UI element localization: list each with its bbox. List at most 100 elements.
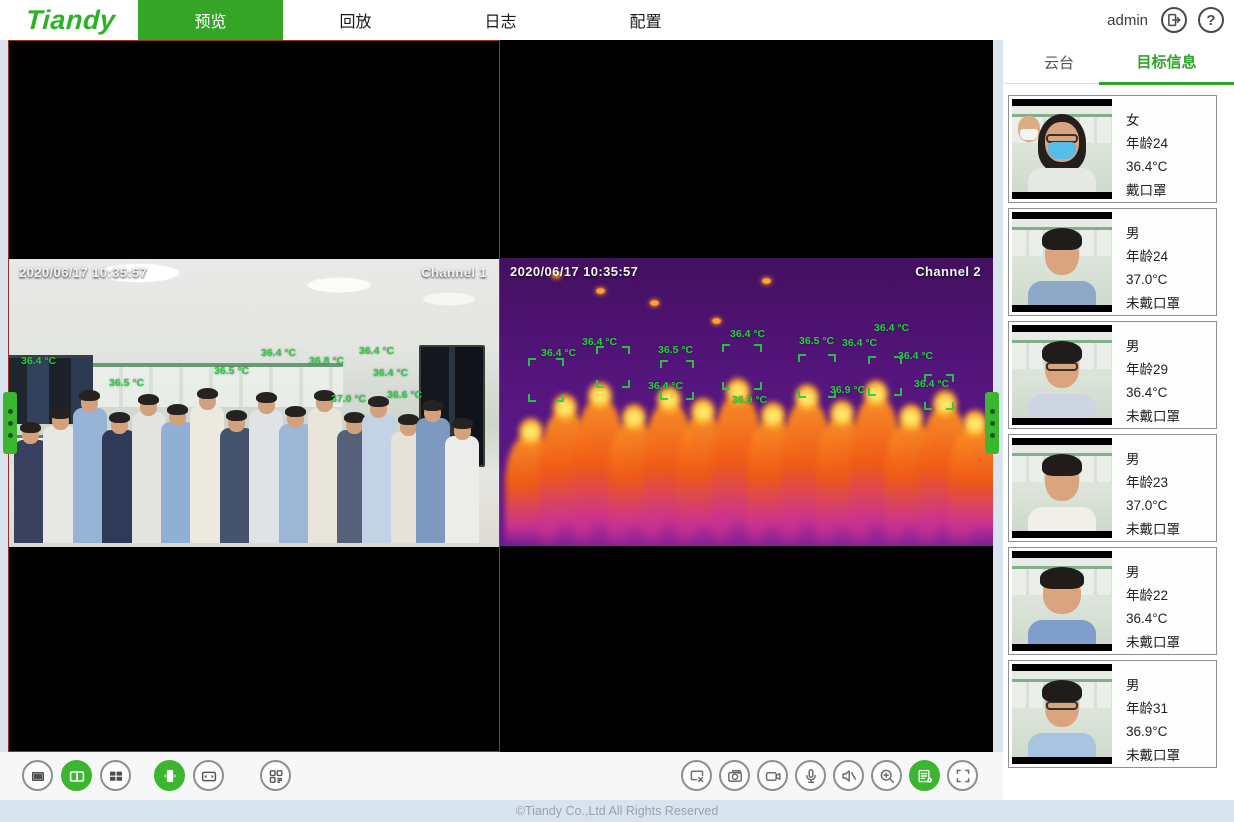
tab-playback[interactable]: 回放: [283, 0, 428, 40]
digital-zoom-icon[interactable]: [871, 760, 902, 791]
target-thumbnail: [1012, 99, 1112, 199]
temp-overlay: 36.4 °C: [898, 350, 933, 362]
target-temp: 36.4°C: [1126, 381, 1180, 404]
target-mask: 未戴口罩: [1126, 405, 1180, 428]
tab-log[interactable]: 日志: [428, 0, 573, 40]
target-mask: 未戴口罩: [1126, 631, 1180, 654]
help-icon[interactable]: ?: [1198, 7, 1224, 33]
target-card[interactable]: 男 年龄23 37.0°C 未戴口罩: [1008, 434, 1217, 542]
layout-buttons: [22, 760, 291, 791]
single-view-icon[interactable]: [22, 760, 53, 791]
channel-2-video: 36.4 °C 36.4 °C 36.5 °C 36.4 °C 36.5 °C …: [500, 258, 993, 546]
target-info-text: 男 年龄22 36.4°C 未戴口罩: [1112, 551, 1180, 651]
temp-overlay: 36.9 °C: [732, 394, 767, 406]
thermal-hotspot: [712, 318, 721, 324]
target-temp: 36.4°C: [1126, 155, 1168, 178]
target-info-text: 男 年龄29 36.4°C 未戴口罩: [1112, 325, 1180, 425]
video-grid: 36.4 °C 36.5 °C 36.5 °C 36.4 °C 36.8 °C …: [8, 40, 993, 752]
temp-overlay: 36.4 °C: [914, 378, 949, 390]
channel-1-video: 36.4 °C 36.5 °C 36.5 °C 36.4 °C 36.8 °C …: [9, 259, 499, 547]
stop-preview-icon[interactable]: [681, 760, 712, 791]
thermal-hotspot: [762, 278, 771, 284]
temp-overlay: 36.4 °C: [874, 322, 909, 334]
temp-overlay: 36.5 °C: [658, 344, 693, 356]
right-sidebar: 云台 目标信息 女 年龄24 36.4°C 戴口罩 男 年龄: [1003, 40, 1234, 800]
logout-icon[interactable]: [1161, 7, 1187, 33]
tab-ptz[interactable]: 云台: [1029, 52, 1089, 83]
top-bar: Tiandy 预览 回放 日志 配置 admin ?: [0, 0, 1234, 40]
target-temp: 36.9°C: [1126, 720, 1180, 743]
target-temp: 37.0°C: [1126, 494, 1180, 517]
tab-target-info[interactable]: 目标信息: [1099, 51, 1234, 85]
target-thumbnail: [1012, 438, 1112, 538]
target-card[interactable]: 男 年龄24 37.0°C 未戴口罩: [1008, 208, 1217, 316]
target-info-text: 男 年龄24 37.0°C 未戴口罩: [1112, 212, 1180, 312]
temp-overlay: 36.4 °C: [842, 337, 877, 349]
right-panel-handle[interactable]: [985, 392, 999, 454]
timestamp-overlay: 2020/06/17 10:35:57: [510, 264, 638, 279]
temp-overlay: 36.4 °C: [261, 347, 296, 359]
temp-overlay: 37.0 °C: [331, 393, 366, 405]
thermal-hotspot: [596, 288, 605, 294]
target-age: 年龄22: [1126, 584, 1180, 607]
temp-overlay: 36.4 °C: [359, 345, 394, 357]
target-mask: 未戴口罩: [1126, 744, 1180, 767]
tab-config[interactable]: 配置: [573, 0, 718, 40]
aspect-ratio-icon[interactable]: [193, 760, 224, 791]
bottom-toolbar: [0, 752, 1003, 800]
target-thumbnail: [1012, 664, 1112, 764]
target-age: 年龄24: [1126, 132, 1168, 155]
timestamp-overlay: 2020/06/17 10:35:57: [19, 265, 147, 280]
channel-1-window[interactable]: 36.4 °C 36.5 °C 36.5 °C 36.4 °C 36.8 °C …: [8, 40, 500, 752]
help-glyph: ?: [1206, 13, 1215, 28]
target-gender: 男: [1126, 222, 1180, 245]
copyright-text: ©Tiandy Co.,Ltd All Rights Reserved: [516, 804, 719, 818]
target-gender: 男: [1126, 561, 1180, 584]
corridor-mode-icon[interactable]: [154, 760, 185, 791]
control-buttons: [681, 760, 978, 791]
target-age: 年龄29: [1126, 358, 1180, 381]
channel-name-overlay: Channel 2: [915, 264, 981, 279]
tiandy-logo: Tiandy: [25, 5, 116, 36]
layout-grid-icon[interactable]: [260, 760, 291, 791]
sidebar-tabs: 云台 目标信息: [1003, 40, 1234, 84]
target-gender: 男: [1126, 335, 1180, 358]
temp-overlay: 36.4 °C: [541, 347, 576, 359]
temp-overlay: 36.4 °C: [21, 355, 56, 367]
quad-view-icon[interactable]: [100, 760, 131, 791]
target-card[interactable]: 男 年龄29 36.4°C 未戴口罩: [1008, 321, 1217, 429]
target-info-icon[interactable]: [909, 760, 940, 791]
target-temp: 36.4°C: [1126, 607, 1180, 630]
temp-overlay: 36.5 °C: [214, 365, 249, 377]
person-figure: [445, 421, 479, 543]
target-age: 年龄24: [1126, 245, 1180, 268]
target-mask: 未戴口罩: [1126, 518, 1180, 541]
main-nav: 预览 回放 日志 配置: [138, 0, 718, 40]
target-card[interactable]: 男 年龄22 36.4°C 未戴口罩: [1008, 547, 1217, 655]
tab-preview[interactable]: 预览: [138, 0, 283, 40]
target-age: 年龄31: [1126, 697, 1180, 720]
target-thumbnail: [1012, 325, 1112, 425]
target-card[interactable]: 女 年龄24 36.4°C 戴口罩: [1008, 95, 1217, 203]
temp-overlay: 36.5 °C: [109, 377, 144, 389]
temp-overlay: 36.6 °C: [387, 389, 422, 401]
target-thumbnail: [1012, 212, 1112, 312]
target-gender: 男: [1126, 448, 1180, 471]
target-card[interactable]: 男 年龄31 36.9°C 未戴口罩: [1008, 660, 1217, 768]
microphone-icon[interactable]: [795, 760, 826, 791]
temp-overlay: 36.9 °C: [830, 384, 865, 396]
left-panel-handle[interactable]: [3, 392, 17, 454]
fullscreen-icon[interactable]: [947, 760, 978, 791]
channel-2-window[interactable]: 36.4 °C 36.4 °C 36.5 °C 36.4 °C 36.5 °C …: [500, 40, 993, 752]
target-age: 年龄23: [1126, 471, 1180, 494]
dual-view-icon[interactable]: [61, 760, 92, 791]
snapshot-icon[interactable]: [719, 760, 750, 791]
target-gender: 女: [1126, 109, 1168, 132]
record-icon[interactable]: [757, 760, 788, 791]
target-info-text: 男 年龄23 37.0°C 未戴口罩: [1112, 438, 1180, 538]
channel-name-overlay: Channel 1: [421, 265, 487, 280]
temp-overlay: 36.4 °C: [648, 380, 683, 392]
audio-mute-icon[interactable]: [833, 760, 864, 791]
top-right-area: admin ?: [1107, 0, 1224, 40]
target-list[interactable]: 女 年龄24 36.4°C 戴口罩 男 年龄24 37.0°C 未戴口罩: [1003, 95, 1234, 768]
